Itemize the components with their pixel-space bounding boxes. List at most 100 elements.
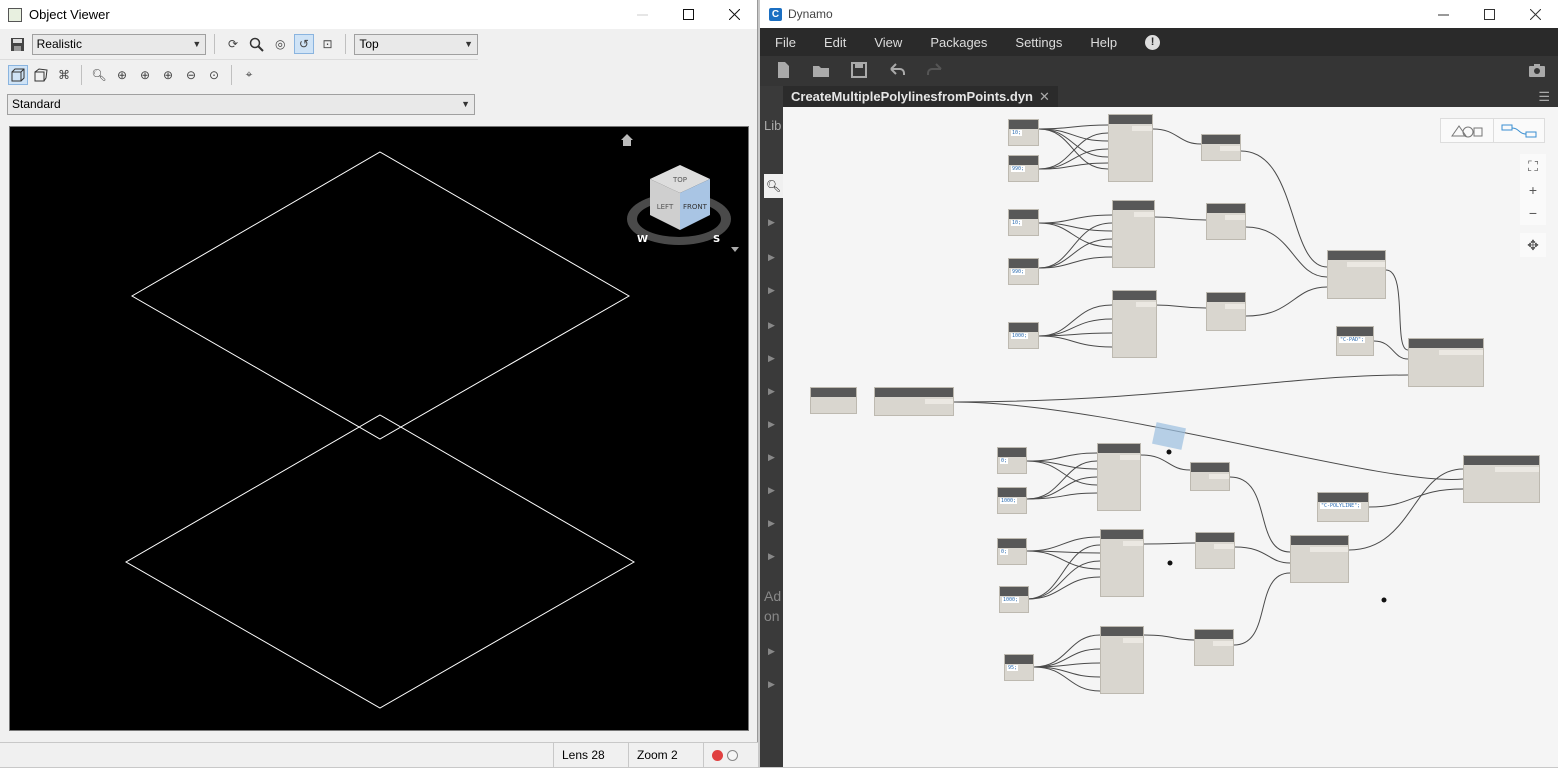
parallel-projection-icon[interactable]	[8, 64, 28, 85]
zoom-out-icon[interactable]: −	[1520, 201, 1546, 225]
document-node[interactable]	[810, 387, 857, 414]
point-node[interactable]	[1097, 443, 1141, 511]
perspective-projection-icon[interactable]	[31, 65, 51, 85]
close-button[interactable]	[711, 0, 757, 29]
menu-packages[interactable]: Packages	[930, 35, 987, 50]
function-node[interactable]	[1206, 203, 1246, 240]
close-button[interactable]	[1512, 0, 1558, 29]
menu-edit[interactable]: Edit	[824, 35, 846, 50]
code-block-text: 10;	[1011, 220, 1023, 226]
function-node[interactable]	[1195, 532, 1235, 569]
view-direction-select[interactable]: Top ▼	[354, 33, 479, 55]
polyline-node[interactable]	[1327, 250, 1386, 299]
code-block-node[interactable]: "C-POLYLINE";	[1317, 492, 1369, 522]
function-node[interactable]	[1194, 629, 1234, 666]
code-block-node[interactable]: 990;	[1008, 258, 1039, 285]
zoom-object-icon[interactable]: ⊕	[135, 65, 155, 85]
chevron-right-icon[interactable]: ▶	[768, 285, 775, 296]
code-block-node[interactable]: 0;	[997, 538, 1027, 565]
chevron-right-icon[interactable]: ▶	[768, 679, 775, 690]
maximize-button[interactable]	[1466, 0, 1512, 29]
minimize-button[interactable]	[619, 0, 665, 29]
open-folder-icon[interactable]	[812, 61, 830, 82]
status-indicator-icon[interactable]	[727, 749, 738, 761]
chevron-right-icon[interactable]: ▶	[768, 353, 775, 364]
zoom-icon[interactable]	[247, 34, 267, 54]
code-block-node[interactable]: "C-PAD";	[1336, 326, 1374, 356]
zoom-extents-icon[interactable]: 🔍︎	[89, 65, 109, 85]
tab-workspace[interactable]: CreateMultiplePolylinesfromPoints.dyn ✕	[783, 86, 1058, 107]
code-block-node[interactable]: 1000;	[997, 487, 1027, 514]
named-view-select[interactable]: Standard ▼	[7, 93, 475, 115]
record-indicator-icon[interactable]	[712, 749, 723, 761]
undo-icon[interactable]	[888, 61, 906, 82]
chevron-right-icon[interactable]: ▶	[768, 419, 775, 430]
point-node[interactable]	[1100, 626, 1144, 694]
camera-settings-icon[interactable]: ⊡	[318, 34, 338, 54]
save-icon[interactable]	[8, 34, 28, 54]
code-block-node[interactable]: 95;	[1004, 654, 1034, 681]
code-block-node[interactable]: 990;	[1008, 155, 1039, 182]
chevron-right-icon[interactable]: ▶	[768, 485, 775, 496]
viewcube[interactable]: TOP LEFT FRONT W S	[627, 165, 739, 252]
add-polyline-node[interactable]	[1408, 338, 1484, 387]
code-block-node[interactable]: 10;	[1008, 209, 1039, 236]
redo-icon[interactable]	[926, 61, 944, 82]
object-viewer-title: Object Viewer	[29, 7, 110, 22]
menu-view[interactable]: View	[874, 35, 902, 50]
chevron-right-icon[interactable]: ▶	[768, 252, 775, 263]
search-icon[interactable]: 🔍︎	[764, 174, 783, 198]
polyline-node[interactable]	[1290, 535, 1349, 583]
save-icon[interactable]	[850, 61, 868, 82]
point-node[interactable]	[1100, 529, 1144, 597]
maximize-button[interactable]	[665, 0, 711, 29]
camera-icon[interactable]	[1528, 61, 1546, 82]
point-node[interactable]	[1108, 114, 1153, 182]
hamburger-menu-icon[interactable]: ☰	[1538, 89, 1550, 105]
fit-view-icon[interactable]: ⛶	[1520, 154, 1546, 178]
zoom-in-icon[interactable]: +	[1520, 178, 1546, 202]
minimize-button[interactable]	[1420, 0, 1466, 29]
chevron-right-icon[interactable]: ▶	[768, 217, 775, 228]
code-block-node[interactable]: 1000;	[999, 586, 1029, 613]
geometry-view-icon[interactable]	[1441, 119, 1493, 142]
chevron-right-icon[interactable]: ▶	[768, 646, 775, 657]
pan-icon[interactable]: ✥	[1520, 233, 1546, 257]
code-block-text: 1000;	[1011, 333, 1029, 339]
notification-icon[interactable]: !	[1145, 34, 1161, 50]
zoom-scale-icon[interactable]: ⊙	[204, 65, 224, 85]
point-node[interactable]	[1112, 290, 1157, 358]
function-node[interactable]	[1206, 292, 1246, 331]
zoom-out-icon[interactable]: ⊖	[181, 65, 201, 85]
close-tab-icon[interactable]: ✕	[1039, 89, 1050, 105]
menu-help[interactable]: Help	[1090, 35, 1117, 50]
function-node[interactable]	[1201, 134, 1241, 161]
look-around-icon[interactable]: ↺	[294, 34, 314, 54]
zoom-in-icon[interactable]: ⊕	[158, 65, 178, 85]
3d-viewport[interactable]: TOP LEFT FRONT W S	[9, 126, 749, 731]
chevron-right-icon[interactable]: ▶	[768, 320, 775, 331]
visual-style-select[interactable]: Realistic ▼	[31, 33, 207, 55]
point-node[interactable]	[1112, 200, 1155, 268]
chevron-right-icon[interactable]: ▶	[768, 452, 775, 463]
chevron-right-icon[interactable]: ▶	[768, 386, 775, 397]
home-icon[interactable]	[621, 134, 633, 146]
code-block-node[interactable]: 0;	[997, 447, 1027, 474]
walk-icon[interactable]: ⌘	[54, 65, 74, 85]
orbit-icon[interactable]: ⟳	[223, 34, 243, 54]
chevron-right-icon[interactable]: ▶	[768, 518, 775, 529]
code-block-node[interactable]: 10;	[1008, 119, 1039, 146]
chevron-right-icon[interactable]: ▶	[768, 551, 775, 562]
function-node[interactable]	[1190, 462, 1230, 491]
add-polyline-node[interactable]	[1463, 455, 1540, 503]
menu-settings[interactable]: Settings	[1015, 35, 1062, 50]
target-icon[interactable]: ⌖	[239, 65, 259, 85]
modelspace-node[interactable]	[874, 387, 954, 416]
graph-canvas[interactable]: 10; 990; 10; 990; 1000; 0; 1000; 0; 1000…	[783, 107, 1558, 767]
graph-view-icon[interactable]	[1492, 119, 1545, 142]
code-block-node[interactable]: 1000;	[1008, 322, 1039, 349]
zoom-window-icon[interactable]: ⊕	[112, 65, 132, 85]
steering-wheel-icon[interactable]: ◎	[270, 34, 290, 54]
menu-file[interactable]: File	[775, 35, 796, 50]
new-file-icon[interactable]	[774, 61, 792, 82]
